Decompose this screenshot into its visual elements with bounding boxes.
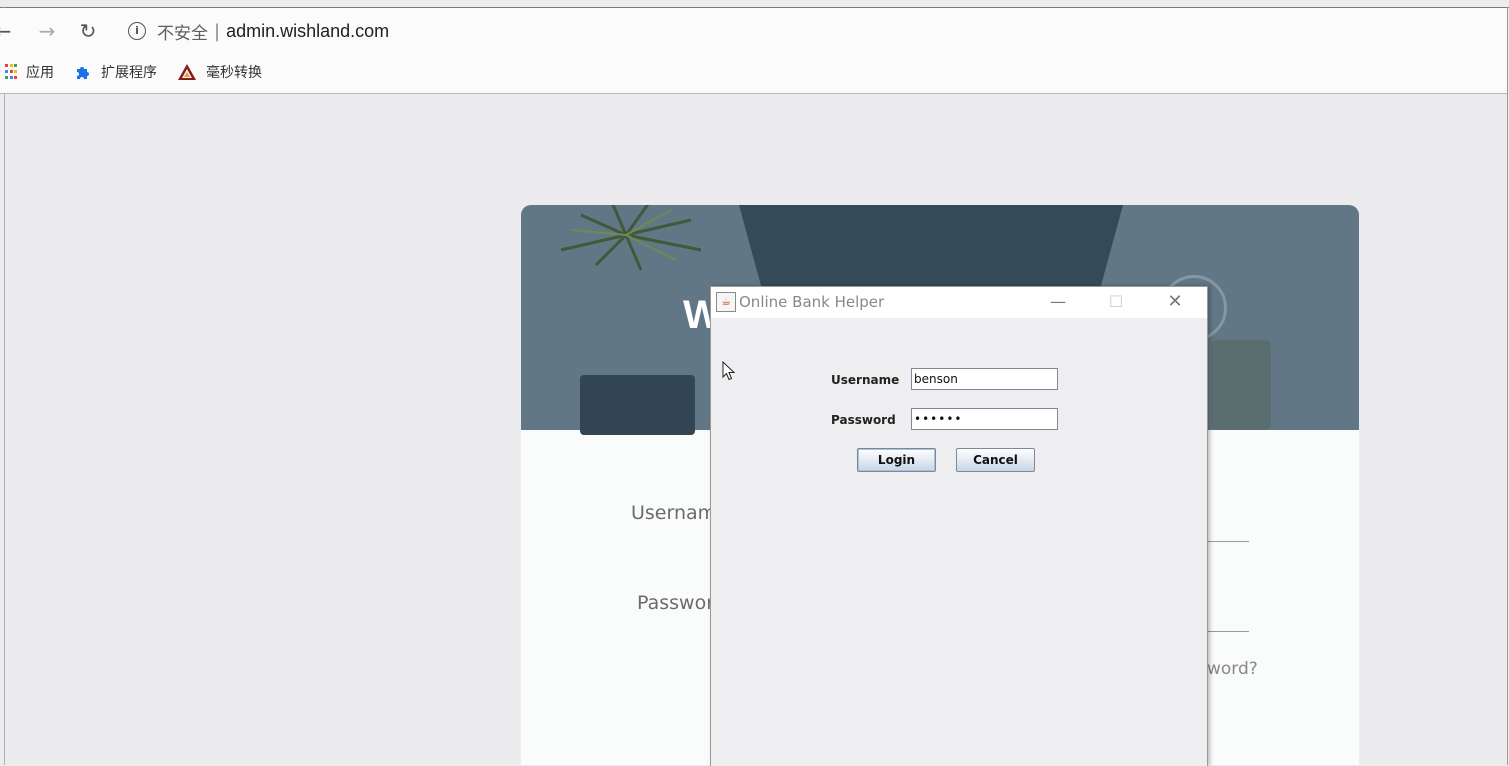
bookmark-ms-convert[interactable]: 毫秒转换	[177, 62, 262, 82]
forward-arrow-icon[interactable]: →	[36, 20, 58, 42]
plant-decoration	[560, 205, 702, 271]
url-text[interactable]: admin.wishland.com	[226, 21, 389, 42]
web-username-label: Usernam	[631, 502, 717, 524]
maximize-icon[interactable]: ☐	[1101, 291, 1131, 313]
bookmarks-bar: 应用 扩展程序 毫秒转换	[0, 60, 282, 84]
mouse-cursor-icon	[722, 361, 736, 381]
plate-decoration	[1211, 340, 1271, 430]
bookmark-label: 扩展程序	[101, 65, 157, 81]
puzzle-piece-icon	[77, 67, 89, 79]
web-password-underline	[1205, 631, 1249, 632]
back-arrow-icon[interactable]: ←	[0, 20, 14, 42]
web-password-label: Passwor	[637, 592, 715, 614]
java-cup-icon: ☕	[716, 292, 736, 312]
dialog-titlebar[interactable]: ☕ Online Bank Helper — ☐ ✕	[711, 287, 1207, 318]
login-button[interactable]: Login	[857, 448, 936, 472]
browser-toolbar: ← → ↻ i 不安全 | admin.wishland.com 应用 扩展程序	[0, 8, 1507, 94]
java-login-dialog: ☕ Online Bank Helper — ☐ ✕ Username bens…	[710, 286, 1208, 766]
minimize-icon[interactable]: —	[1043, 291, 1073, 313]
notebook-decoration	[580, 375, 695, 435]
window-left-border	[4, 7, 5, 765]
address-bar[interactable]: i 不安全 | admin.wishland.com	[128, 18, 389, 44]
forgot-password-link[interactable]: word?	[1207, 659, 1258, 679]
cancel-button[interactable]: Cancel	[956, 448, 1035, 472]
apps-grid-icon	[5, 64, 17, 80]
password-field[interactable]: ••••••	[911, 408, 1058, 430]
security-status: 不安全	[157, 23, 208, 44]
window-right-border	[1507, 7, 1508, 765]
address-separator: |	[214, 20, 221, 42]
bookmark-label: 应用	[26, 65, 54, 81]
web-username-underline	[1205, 541, 1249, 542]
username-field[interactable]: benson	[911, 368, 1058, 390]
bookmark-label: 毫秒转换	[206, 65, 262, 81]
close-icon[interactable]: ✕	[1160, 291, 1190, 313]
bookmark-extensions[interactable]: 扩展程序	[74, 62, 157, 82]
reload-icon[interactable]: ↻	[77, 20, 99, 42]
password-label: Password	[831, 413, 896, 427]
triangle-logo-icon	[178, 64, 196, 80]
dialog-title: Online Bank Helper	[739, 293, 885, 311]
username-label: Username	[831, 373, 900, 387]
info-icon[interactable]: i	[128, 22, 146, 40]
bookmark-apps[interactable]: 应用	[0, 62, 54, 82]
